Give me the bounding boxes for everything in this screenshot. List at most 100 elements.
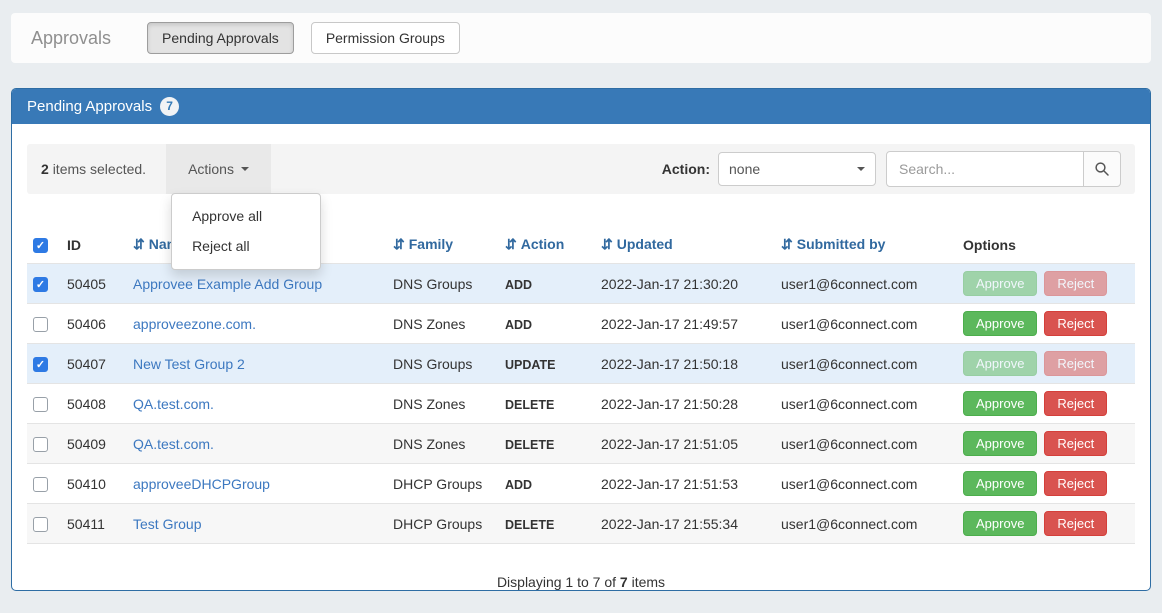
row-checkbox[interactable] xyxy=(33,397,48,412)
cell-checkbox xyxy=(27,504,61,544)
name-link[interactable]: New Test Group 2 xyxy=(133,356,245,372)
tab-permission-groups[interactable]: Permission Groups xyxy=(311,22,460,54)
tab-pending-approvals[interactable]: Pending Approvals xyxy=(147,22,294,54)
menu-item-approve-all[interactable]: Approve all xyxy=(172,202,320,232)
approve-button[interactable]: Approve xyxy=(963,351,1037,376)
name-link[interactable]: QA.test.com. xyxy=(133,396,214,412)
cell-options: Approve Reject xyxy=(957,264,1135,304)
cell-family: DHCP Groups xyxy=(387,464,499,504)
sort-icon: ⇵ xyxy=(781,236,793,252)
cell-options: Approve Reject xyxy=(957,304,1135,344)
reject-button[interactable]: Reject xyxy=(1044,471,1107,496)
cell-action: DELETE xyxy=(499,424,595,464)
cell-updated: 2022-Jan-17 21:51:05 xyxy=(595,424,775,464)
toolbar-right: Action: none xyxy=(662,151,1121,187)
action-value: DELETE xyxy=(505,518,554,532)
row-checkbox[interactable] xyxy=(33,317,48,332)
cell-id: 50406 xyxy=(61,304,127,344)
name-link[interactable]: QA.test.com. xyxy=(133,436,214,452)
table-row: 50406approveezone.com.DNS ZonesADD2022-J… xyxy=(27,304,1135,344)
cell-updated: 2022-Jan-17 21:50:18 xyxy=(595,344,775,384)
cell-submitted-by: user1@6connect.com xyxy=(775,344,957,384)
cell-checkbox xyxy=(27,464,61,504)
table-body: ✓50405Approvee Example Add GroupDNS Grou… xyxy=(27,264,1135,544)
table-row: 50408QA.test.com.DNS ZonesDELETE2022-Jan… xyxy=(27,384,1135,424)
cell-family: DHCP Groups xyxy=(387,504,499,544)
cell-family: DNS Groups xyxy=(387,344,499,384)
cell-options: Approve Reject xyxy=(957,464,1135,504)
search-button[interactable] xyxy=(1083,151,1121,187)
toolbar: 2 items selected. Actions Approve allRej… xyxy=(27,144,1135,194)
cell-updated: 2022-Jan-17 21:49:57 xyxy=(595,304,775,344)
menu-item-reject-all[interactable]: Reject all xyxy=(172,232,320,262)
reject-button[interactable]: Reject xyxy=(1044,511,1107,536)
name-link[interactable]: approveezone.com. xyxy=(133,316,256,332)
action-value: ADD xyxy=(505,278,532,292)
reject-button[interactable]: Reject xyxy=(1044,391,1107,416)
cell-name: QA.test.com. xyxy=(127,384,387,424)
name-link[interactable]: Test Group xyxy=(133,516,201,532)
approve-button[interactable]: Approve xyxy=(963,431,1037,456)
row-checkbox[interactable]: ✓ xyxy=(33,277,48,292)
search-icon xyxy=(1094,161,1110,177)
reject-button[interactable]: Reject xyxy=(1044,311,1107,336)
cell-updated: 2022-Jan-17 21:50:28 xyxy=(595,384,775,424)
cell-updated: 2022-Jan-17 21:51:53 xyxy=(595,464,775,504)
approve-button[interactable]: Approve xyxy=(963,471,1037,496)
approve-button[interactable]: Approve xyxy=(963,511,1037,536)
name-link[interactable]: Approvee Example Add Group xyxy=(133,276,322,292)
cell-id: 50411 xyxy=(61,504,127,544)
cell-id: 50407 xyxy=(61,344,127,384)
column-label: Options xyxy=(963,237,1016,253)
pending-approvals-panel: Pending Approvals 7 2 items selected. Ac… xyxy=(11,88,1151,591)
row-checkbox[interactable]: ✓ xyxy=(33,357,48,372)
row-checkbox[interactable] xyxy=(33,437,48,452)
table-row: 50409QA.test.com.DNS ZonesDELETE2022-Jan… xyxy=(27,424,1135,464)
sort-icon: ⇵ xyxy=(393,236,405,252)
display-info-prefix: Displaying 1 to 7 of xyxy=(497,574,616,590)
column-label: ID xyxy=(67,237,81,253)
column-header-submitted-by[interactable]: ⇵Submitted by xyxy=(775,232,957,264)
approve-button[interactable]: Approve xyxy=(963,271,1037,296)
row-checkbox[interactable] xyxy=(33,477,48,492)
table-row: ✓50407New Test Group 2DNS GroupsUPDATE20… xyxy=(27,344,1135,384)
action-filter-select[interactable]: none xyxy=(718,152,876,186)
select-all-checkbox[interactable]: ✓ xyxy=(33,238,48,253)
sort-icon: ⇵ xyxy=(505,236,517,252)
reject-button[interactable]: Reject xyxy=(1044,351,1107,376)
reject-button[interactable]: Reject xyxy=(1044,431,1107,456)
selection-label: items selected. xyxy=(53,161,146,177)
cell-name: approveeDHCPGroup xyxy=(127,464,387,504)
cell-submitted-by: user1@6connect.com xyxy=(775,384,957,424)
cell-options: Approve Reject xyxy=(957,384,1135,424)
cell-family: DNS Zones xyxy=(387,304,499,344)
column-label: Updated xyxy=(617,236,673,252)
actions-label: Actions xyxy=(188,161,234,177)
cell-id: 50410 xyxy=(61,464,127,504)
column-header-id: ID xyxy=(61,232,127,264)
reject-button[interactable]: Reject xyxy=(1044,271,1107,296)
cell-submitted-by: user1@6connect.com xyxy=(775,424,957,464)
sort-icon: ⇵ xyxy=(133,236,145,252)
chevron-down-icon xyxy=(857,167,865,171)
column-header-updated[interactable]: ⇵Updated xyxy=(595,232,775,264)
search-group xyxy=(886,151,1121,187)
approve-button[interactable]: Approve xyxy=(963,391,1037,416)
selection-status: 2 items selected. xyxy=(41,161,146,177)
actions-dropdown-menu: Approve allReject all xyxy=(171,193,321,270)
name-link[interactable]: approveeDHCPGroup xyxy=(133,476,270,492)
actions-dropdown-toggle[interactable]: Actions Approve allReject all xyxy=(166,144,271,194)
row-checkbox[interactable] xyxy=(33,517,48,532)
search-input[interactable] xyxy=(886,151,1084,187)
panel-title: Pending Approvals xyxy=(27,98,152,115)
table-row: 50411Test GroupDHCP GroupsDELETE2022-Jan… xyxy=(27,504,1135,544)
cell-action: ADD xyxy=(499,264,595,304)
approve-button[interactable]: Approve xyxy=(963,311,1037,336)
column-header-action[interactable]: ⇵Action xyxy=(499,232,595,264)
action-filter-value: none xyxy=(729,161,760,177)
count-badge: 7 xyxy=(160,97,179,116)
column-header-family[interactable]: ⇵Family xyxy=(387,232,499,264)
cell-action: DELETE xyxy=(499,504,595,544)
page-title: Approvals xyxy=(31,28,111,49)
action-value: DELETE xyxy=(505,398,554,412)
